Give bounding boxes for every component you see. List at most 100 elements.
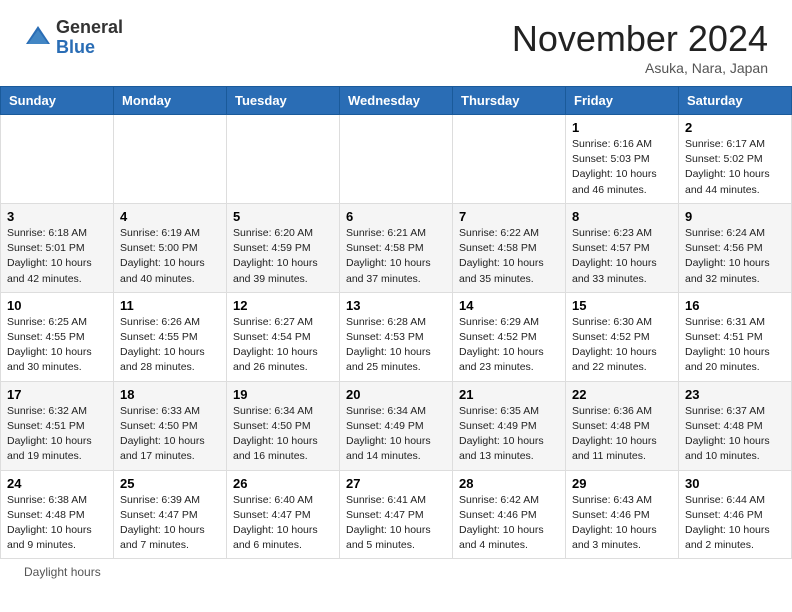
calendar-cell: 29Sunrise: 6:43 AM Sunset: 4:46 PM Dayli… (566, 470, 679, 559)
month-title: November 2024 (512, 18, 768, 60)
calendar-cell: 3Sunrise: 6:18 AM Sunset: 5:01 PM Daylig… (1, 203, 114, 292)
day-number: 9 (685, 209, 785, 224)
day-number: 17 (7, 387, 107, 402)
calendar-cell: 20 Sunrise: 6:34 AM Sunset: 4:49 PM Dayli… (340, 381, 453, 470)
calendar-cell: 10Sunrise: 6:25 AM Sunset: 4:55 PM Dayli… (1, 292, 114, 381)
day-info: Sunrise: 6:41 AM Sunset: 4:47 PM Dayligh… (346, 493, 446, 554)
calendar-cell: 28 Sunrise: 6:42 AM Sunset: 4:46 PM Dayli… (453, 470, 566, 559)
calendar-cell: 22 Sunrise: 6:36 AM Sunset: 4:48 PM Dayli… (566, 381, 679, 470)
day-number: 28 (459, 476, 559, 491)
day-info: Sunrise: 6:26 AM Sunset: 4:55 PM Dayligh… (120, 315, 220, 376)
calendar-cell: 8 Sunrise: 6:23 AM Sunset: 4:57 PM Daylig… (566, 203, 679, 292)
day-info: Sunrise: 6:29 AM Sunset: 4:52 PM Dayligh… (459, 315, 559, 376)
calendar-cell: 19 Sunrise: 6:34 AM Sunset: 4:50 PM Dayli… (227, 381, 340, 470)
calendar-cell: 15Sunrise: 6:30 AM Sunset: 4:52 PM Dayli… (566, 292, 679, 381)
day-info: Sunrise: 6:34 AM Sunset: 4:49 PM Dayligh… (346, 404, 446, 465)
day-number: 7 (459, 209, 559, 224)
calendar-cell: 6 Sunrise: 6:21 AM Sunset: 4:58 PM Daylig… (340, 203, 453, 292)
calendar-cell: 7 Sunrise: 6:22 AM Sunset: 4:58 PM Daylig… (453, 203, 566, 292)
day-info: Sunrise: 6:38 AM Sunset: 4:48 PM Dayligh… (7, 493, 107, 554)
calendar-cell (114, 115, 227, 204)
day-number: 21 (459, 387, 559, 402)
day-info: Sunrise: 6:23 AM Sunset: 4:57 PM Dayligh… (572, 226, 672, 287)
logo-icon (24, 24, 52, 52)
calendar-table: SundayMondayTuesdayWednesdayThursdayFrid… (0, 86, 792, 559)
calendar-week-row: 3Sunrise: 6:18 AM Sunset: 5:01 PM Daylig… (1, 203, 792, 292)
col-header-monday: Monday (114, 87, 227, 115)
day-info: Sunrise: 6:32 AM Sunset: 4:51 PM Dayligh… (7, 404, 107, 465)
col-header-friday: Friday (566, 87, 679, 115)
day-number: 20 (346, 387, 446, 402)
calendar-cell: 5Sunrise: 6:20 AM Sunset: 4:59 PM Daylig… (227, 203, 340, 292)
day-number: 1 (572, 120, 672, 135)
day-number: 8 (572, 209, 672, 224)
logo: General Blue (24, 18, 123, 58)
calendar-week-row: 10Sunrise: 6:25 AM Sunset: 4:55 PM Dayli… (1, 292, 792, 381)
title-section: November 2024 Asuka, Nara, Japan (512, 18, 768, 76)
day-info: Sunrise: 6:35 AM Sunset: 4:49 PM Dayligh… (459, 404, 559, 465)
col-header-wednesday: Wednesday (340, 87, 453, 115)
day-number: 18 (120, 387, 220, 402)
page-header: General Blue November 2024 Asuka, Nara, … (0, 0, 792, 86)
day-number: 10 (7, 298, 107, 313)
calendar-cell: 1 Sunrise: 6:16 AM Sunset: 5:03 PM Daylig… (566, 115, 679, 204)
col-header-tuesday: Tuesday (227, 87, 340, 115)
calendar-cell: 27Sunrise: 6:41 AM Sunset: 4:47 PM Dayli… (340, 470, 453, 559)
day-info: Sunrise: 6:31 AM Sunset: 4:51 PM Dayligh… (685, 315, 785, 376)
logo-text: General Blue (56, 18, 123, 58)
day-info: Sunrise: 6:37 AM Sunset: 4:48 PM Dayligh… (685, 404, 785, 465)
calendar-cell: 9 Sunrise: 6:24 AM Sunset: 4:56 PM Daylig… (679, 203, 792, 292)
calendar-cell: 13 Sunrise: 6:28 AM Sunset: 4:53 PM Dayli… (340, 292, 453, 381)
location-subtitle: Asuka, Nara, Japan (512, 60, 768, 76)
calendar-cell: 17 Sunrise: 6:32 AM Sunset: 4:51 PM Dayli… (1, 381, 114, 470)
calendar-week-row: 1 Sunrise: 6:16 AM Sunset: 5:03 PM Daylig… (1, 115, 792, 204)
calendar-cell: 25 Sunrise: 6:39 AM Sunset: 4:47 PM Dayli… (114, 470, 227, 559)
calendar-cell: 21 Sunrise: 6:35 AM Sunset: 4:49 PM Dayli… (453, 381, 566, 470)
daylight-label: Daylight hours (24, 565, 101, 579)
calendar-cell: 4Sunrise: 6:19 AM Sunset: 5:00 PM Daylig… (114, 203, 227, 292)
day-info: Sunrise: 6:27 AM Sunset: 4:54 PM Dayligh… (233, 315, 333, 376)
col-header-thursday: Thursday (453, 87, 566, 115)
calendar-cell (227, 115, 340, 204)
day-info: Sunrise: 6:22 AM Sunset: 4:58 PM Dayligh… (459, 226, 559, 287)
day-info: Sunrise: 6:34 AM Sunset: 4:50 PM Dayligh… (233, 404, 333, 465)
day-number: 11 (120, 298, 220, 313)
calendar-week-row: 24 Sunrise: 6:38 AM Sunset: 4:48 PM Dayli… (1, 470, 792, 559)
calendar-cell: 18Sunrise: 6:33 AM Sunset: 4:50 PM Dayli… (114, 381, 227, 470)
calendar-cell (340, 115, 453, 204)
day-info: Sunrise: 6:17 AM Sunset: 5:02 PM Dayligh… (685, 137, 785, 198)
day-number: 24 (7, 476, 107, 491)
calendar-cell: 2 Sunrise: 6:17 AM Sunset: 5:02 PM Daylig… (679, 115, 792, 204)
calendar-cell (453, 115, 566, 204)
calendar-header-row: SundayMondayTuesdayWednesdayThursdayFrid… (1, 87, 792, 115)
day-number: 22 (572, 387, 672, 402)
day-info: Sunrise: 6:24 AM Sunset: 4:56 PM Dayligh… (685, 226, 785, 287)
day-info: Sunrise: 6:42 AM Sunset: 4:46 PM Dayligh… (459, 493, 559, 554)
day-number: 6 (346, 209, 446, 224)
day-number: 3 (7, 209, 107, 224)
calendar-week-row: 17 Sunrise: 6:32 AM Sunset: 4:51 PM Dayli… (1, 381, 792, 470)
day-number: 4 (120, 209, 220, 224)
calendar-cell: 23Sunrise: 6:37 AM Sunset: 4:48 PM Dayli… (679, 381, 792, 470)
calendar-cell: 30Sunrise: 6:44 AM Sunset: 4:46 PM Dayli… (679, 470, 792, 559)
day-info: Sunrise: 6:20 AM Sunset: 4:59 PM Dayligh… (233, 226, 333, 287)
col-header-saturday: Saturday (679, 87, 792, 115)
day-number: 13 (346, 298, 446, 313)
day-number: 15 (572, 298, 672, 313)
calendar-cell: 12Sunrise: 6:27 AM Sunset: 4:54 PM Dayli… (227, 292, 340, 381)
calendar-cell: 24 Sunrise: 6:38 AM Sunset: 4:48 PM Dayli… (1, 470, 114, 559)
calendar-cell: 11 Sunrise: 6:26 AM Sunset: 4:55 PM Dayli… (114, 292, 227, 381)
day-number: 2 (685, 120, 785, 135)
day-number: 19 (233, 387, 333, 402)
day-info: Sunrise: 6:21 AM Sunset: 4:58 PM Dayligh… (346, 226, 446, 287)
day-number: 25 (120, 476, 220, 491)
day-info: Sunrise: 6:28 AM Sunset: 4:53 PM Dayligh… (346, 315, 446, 376)
calendar-cell: 16Sunrise: 6:31 AM Sunset: 4:51 PM Dayli… (679, 292, 792, 381)
day-info: Sunrise: 6:16 AM Sunset: 5:03 PM Dayligh… (572, 137, 672, 198)
day-info: Sunrise: 6:36 AM Sunset: 4:48 PM Dayligh… (572, 404, 672, 465)
day-number: 14 (459, 298, 559, 313)
col-header-sunday: Sunday (1, 87, 114, 115)
day-number: 30 (685, 476, 785, 491)
calendar-cell (1, 115, 114, 204)
day-info: Sunrise: 6:39 AM Sunset: 4:47 PM Dayligh… (120, 493, 220, 554)
